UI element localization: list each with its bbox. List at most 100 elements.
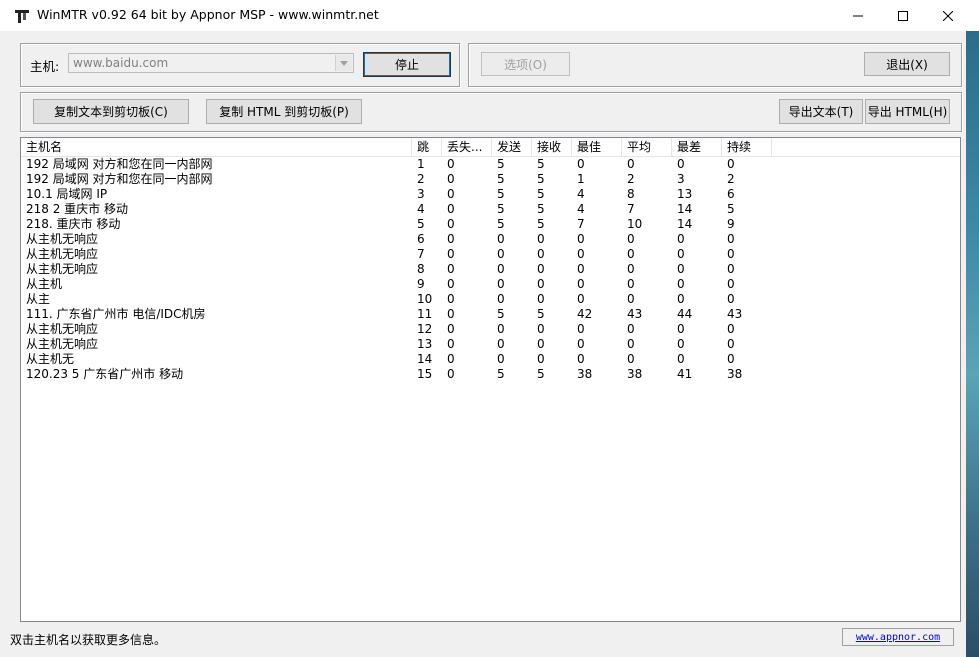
cell-best: 4 [577, 202, 585, 216]
table-row[interactable]: 218. 重庆市 移动 5 0 5 5 7 10 14 9 [21, 217, 960, 232]
cell-avg: 0 [627, 232, 635, 246]
cell-host: 从主 [26, 292, 51, 306]
cell-best: 0 [577, 157, 585, 171]
cell-sent: 0 [497, 277, 505, 291]
table-row[interactable]: 从主机无响应 7 0 0 0 0 0 0 0 [21, 247, 960, 262]
column-header-loss[interactable]: 丢失... [442, 138, 492, 156]
cell-last: 0 [727, 232, 735, 246]
host-combobox[interactable]: www.baidu.com [68, 53, 354, 73]
close-icon [943, 10, 953, 21]
column-header-best[interactable]: 最佳 [572, 138, 622, 156]
table-row[interactable]: 192 局域网 对方和您在同一内部网 1 0 5 5 0 0 0 0 [21, 157, 960, 172]
minimize-button[interactable] [835, 0, 881, 31]
cell-avg: 0 [627, 292, 635, 306]
cell-best: 0 [577, 352, 585, 366]
options-button[interactable]: 选项(O) [481, 52, 570, 76]
close-button[interactable] [925, 0, 971, 31]
cell-loss: 0 [447, 307, 455, 321]
column-header-worst[interactable]: 最差 [672, 138, 722, 156]
cell-recv: 0 [537, 322, 545, 336]
cell-worst: 41 [677, 367, 693, 381]
table-row[interactable]: 111. 广东省广州市 电信/IDC机房 11 0 5 5 42 43 44 43 [21, 307, 960, 322]
cell-host: 10.1 局域网 IP [26, 187, 108, 201]
maximize-button[interactable] [880, 0, 926, 31]
table-header: 主机名 跳 丢失... 发送 接收 最佳 平均 最差 持续 [21, 138, 960, 157]
hops-table[interactable]: 主机名 跳 丢失... 发送 接收 最佳 平均 最差 持续 192 局域网 对方… [20, 137, 961, 622]
cell-last: 0 [727, 277, 735, 291]
cell-sent: 0 [497, 292, 505, 306]
table-row[interactable]: 从主机无响应 12 0 0 0 0 0 0 0 [21, 322, 960, 337]
cell-recv: 5 [537, 157, 545, 171]
copy-text-button[interactable]: 复制文本到剪切板(C) [33, 99, 189, 124]
cell-worst: 0 [677, 157, 685, 171]
cell-recv: 0 [537, 337, 545, 351]
column-header-avg[interactable]: 平均 [622, 138, 672, 156]
column-header-hop[interactable]: 跳 [412, 138, 442, 156]
table-row[interactable]: 192 局域网 对方和您在同一内部网 2 0 5 5 1 2 3 2 [21, 172, 960, 187]
cell-sent: 5 [497, 187, 505, 201]
column-header-recv[interactable]: 接收 [532, 138, 572, 156]
export-text-button[interactable]: 导出文本(T) [779, 99, 863, 124]
cell-loss: 0 [447, 232, 455, 246]
cell-hop: 5 [417, 217, 425, 231]
table-row[interactable]: 10.1 局域网 IP 3 0 5 5 4 8 13 6 [21, 187, 960, 202]
cell-worst: 0 [677, 277, 685, 291]
cell-loss: 0 [447, 322, 455, 336]
host-value: www.baidu.com [73, 56, 169, 70]
cell-sent: 0 [497, 352, 505, 366]
appnor-link[interactable]: www.appnor.com [842, 628, 954, 646]
table-row[interactable]: 从主机无响应 8 0 0 0 0 0 0 0 [21, 262, 960, 277]
cell-avg: 8 [627, 187, 635, 201]
table-row[interactable]: 从主机无响应 6 0 0 0 0 0 0 0 [21, 232, 960, 247]
window-left-edge [0, 31, 6, 657]
cell-last: 43 [727, 307, 743, 321]
column-header-sent[interactable]: 发送 [492, 138, 532, 156]
cell-last: 0 [727, 337, 735, 351]
cell-avg: 0 [627, 157, 635, 171]
column-header-host[interactable]: 主机名 [21, 138, 412, 156]
export-html-button[interactable]: 导出 HTML(H) [865, 99, 950, 124]
cell-last: 0 [727, 322, 735, 336]
cell-recv: 5 [537, 367, 545, 381]
cell-host: 218. 重庆市 移动 [26, 217, 121, 231]
cell-loss: 0 [447, 367, 455, 381]
cell-hop: 14 [417, 352, 433, 366]
cell-hop: 15 [417, 367, 433, 381]
cell-worst: 0 [677, 262, 685, 276]
table-row[interactable]: 从主机 9 0 0 0 0 0 0 0 [21, 277, 960, 292]
cell-best: 38 [577, 367, 593, 381]
stop-button[interactable]: 停止 [363, 52, 451, 77]
cell-hop: 13 [417, 337, 433, 351]
cell-avg: 0 [627, 352, 635, 366]
window-title: WinMTR v0.92 64 bit by Appnor MSP - www.… [37, 7, 379, 22]
table-row[interactable]: 从主机无响应 13 0 0 0 0 0 0 0 [21, 337, 960, 352]
cell-host: 从主机无响应 [26, 322, 99, 336]
cell-worst: 0 [677, 232, 685, 246]
cell-worst: 0 [677, 247, 685, 261]
cell-recv: 5 [537, 172, 545, 186]
cell-loss: 0 [447, 247, 455, 261]
table-row[interactable]: 从主 10 0 0 0 0 0 0 0 [21, 292, 960, 307]
cell-host: 192 局域网 对方和您在同一内部网 [26, 157, 213, 171]
table-row[interactable]: 218 2 重庆市 移动 4 0 5 5 4 7 14 5 [21, 202, 960, 217]
cell-sent: 5 [497, 367, 505, 381]
table-row[interactable]: 120.23 5 广东省广州市 移动 15 0 5 5 38 38 41 38 [21, 367, 960, 382]
table-row[interactable]: 从主机无 14 0 0 0 0 0 0 0 [21, 352, 960, 367]
cell-avg: 0 [627, 262, 635, 276]
cell-avg: 10 [627, 217, 643, 231]
exit-button[interactable]: 退出(X) [864, 52, 950, 76]
cell-host: 从主机无响应 [26, 337, 99, 351]
copy-html-button[interactable]: 复制 HTML 到剪切板(P) [206, 99, 362, 124]
column-header-last[interactable]: 持续 [722, 138, 772, 156]
cell-worst: 0 [677, 352, 685, 366]
title-bar: WinMTR v0.92 64 bit by Appnor MSP - www.… [0, 0, 979, 31]
cell-best: 0 [577, 292, 585, 306]
cell-recv: 0 [537, 262, 545, 276]
cell-host: 111. 广东省广州市 电信/IDC机房 [26, 307, 206, 321]
cell-best: 0 [577, 262, 585, 276]
cell-loss: 0 [447, 157, 455, 171]
cell-sent: 0 [497, 337, 505, 351]
cell-hop: 12 [417, 322, 433, 336]
chevron-down-icon[interactable] [335, 55, 352, 71]
cell-recv: 0 [537, 277, 545, 291]
